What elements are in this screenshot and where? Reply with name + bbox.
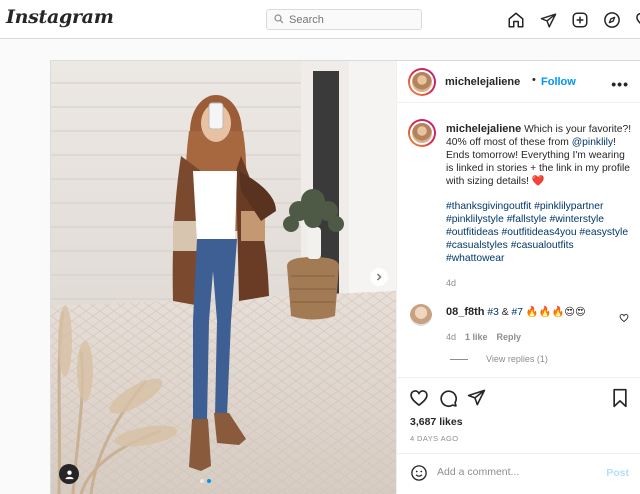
- carousel-dots: [200, 479, 211, 483]
- comment-emoji: 🔥🔥🔥😍😍: [522, 307, 586, 318]
- hashtag-link[interactable]: #winterstyle: [550, 214, 604, 225]
- user-tag-icon: [64, 469, 74, 479]
- comment-text-mid: &: [498, 307, 512, 318]
- chevron-right-icon: [376, 273, 382, 281]
- post-actions: [397, 377, 640, 437]
- comment-like-icon[interactable]: [619, 310, 629, 328]
- search-box[interactable]: [266, 9, 422, 30]
- search-input[interactable]: [289, 13, 409, 26]
- caption-avatar[interactable]: [408, 119, 436, 147]
- tagged-users-button[interactable]: [59, 464, 79, 484]
- post-timestamp: 4 DAYS AGO: [410, 434, 459, 443]
- share-icon[interactable]: [467, 388, 486, 412]
- hashtag-list: #thanksgivingoutfit #pinklilypartner #pi…: [446, 200, 632, 265]
- carousel-dot: [200, 479, 204, 483]
- hashtag-link[interactable]: #outfitideas: [446, 227, 499, 238]
- reply-button[interactable]: Reply: [497, 332, 522, 342]
- hashtag-link[interactable]: #fallstyle: [507, 214, 547, 225]
- home-icon[interactable]: [505, 10, 527, 30]
- new-post-icon[interactable]: [569, 10, 591, 30]
- explore-icon[interactable]: [601, 10, 623, 30]
- more-options-icon[interactable]: •••: [611, 76, 629, 92]
- comment-hashtag-3[interactable]: #3: [487, 307, 498, 318]
- comment-avatar[interactable]: [410, 304, 432, 326]
- hashtag-link[interactable]: #outfitideas4you: [502, 227, 577, 238]
- comment-icon[interactable]: [438, 388, 458, 413]
- carousel-dot: [207, 479, 211, 483]
- hashtag-link[interactable]: #casualstyles: [446, 240, 508, 251]
- hashtag-link[interactable]: #pinklilystyle: [446, 214, 504, 225]
- post-card: michelejaliene • Follow ••• michelejalie…: [50, 60, 640, 494]
- post-side-panel: michelejaliene • Follow ••• michelejalie…: [396, 61, 640, 494]
- post-header: michelejaliene • Follow •••: [397, 61, 640, 103]
- hashtag-link[interactable]: #whattowear: [446, 253, 504, 264]
- comment-input[interactable]: [437, 466, 587, 478]
- hashtag-link[interactable]: #pinklilypartner: [534, 201, 603, 212]
- hashtag-link[interactable]: #easystyle: [579, 227, 628, 238]
- add-comment-bar: Post: [397, 453, 640, 494]
- save-icon[interactable]: [611, 388, 629, 413]
- comment: 08_f8th #3 & #7 🔥🔥🔥😍😍 4d 1 like Reply: [446, 305, 632, 342]
- heart-emoji: ❤️: [531, 176, 545, 187]
- next-photo-button[interactable]: [370, 268, 388, 286]
- hashtag-link[interactable]: #thanksgivingoutfit: [446, 201, 531, 212]
- mention-link[interactable]: @pinklily: [572, 137, 613, 148]
- comment-age: 4d: [446, 332, 457, 342]
- view-replies-button[interactable]: View replies (1): [450, 354, 548, 364]
- comment-hashtag-7[interactable]: #7: [511, 307, 522, 318]
- activity-icon[interactable]: [633, 10, 640, 30]
- top-navigation-bar: Instagram: [0, 0, 640, 39]
- search-icon: [274, 11, 284, 29]
- like-icon[interactable]: [409, 388, 429, 413]
- emoji-icon[interactable]: [410, 464, 428, 487]
- post-photo-illustration: [51, 61, 396, 494]
- post-photo[interactable]: [51, 61, 396, 494]
- comment-likes[interactable]: 1 like: [465, 332, 488, 342]
- separator-dot: •: [532, 74, 536, 86]
- follow-button[interactable]: Follow: [541, 76, 576, 88]
- view-replies-label: View replies (1): [486, 354, 548, 364]
- post-comment-button[interactable]: Post: [606, 467, 629, 479]
- post-username[interactable]: michelejaliene: [445, 76, 520, 88]
- hashtag-link[interactable]: #casualoutfits: [511, 240, 574, 251]
- post-caption: michelejaliene Which is your favorite?! …: [446, 123, 632, 290]
- avatar[interactable]: [408, 68, 436, 96]
- caption-age: 4d: [446, 278, 457, 288]
- like-count[interactable]: 3,687 likes: [410, 416, 463, 428]
- direct-icon[interactable]: [537, 10, 559, 30]
- instagram-logo[interactable]: Instagram: [6, 6, 114, 28]
- caption-username[interactable]: michelejaliene: [446, 123, 521, 135]
- comment-username[interactable]: 08_f8th: [446, 306, 485, 318]
